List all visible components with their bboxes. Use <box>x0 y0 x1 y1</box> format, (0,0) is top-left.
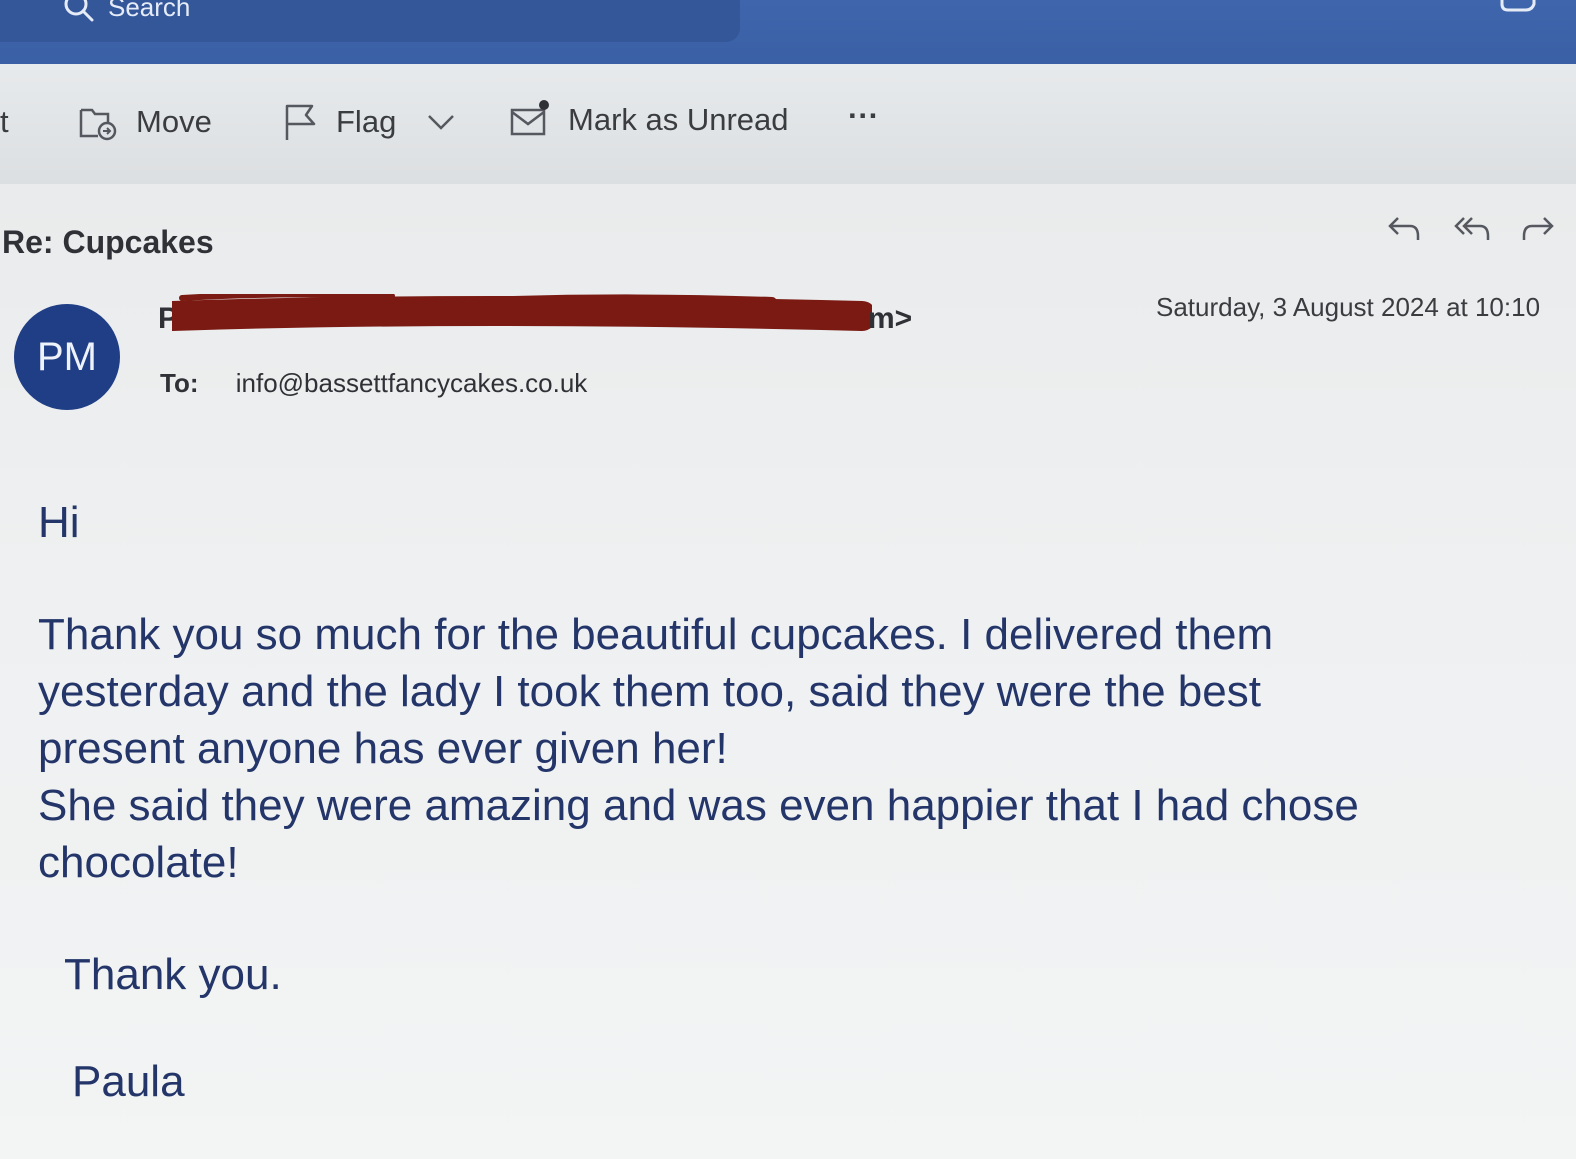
more-button[interactable]: ··· <box>848 98 879 134</box>
mark-unread-button[interactable]: Mark as Unread <box>510 100 789 140</box>
flag-button[interactable]: Flag <box>284 102 456 142</box>
body-line: yesterday and the lady I took them too, … <box>38 667 1261 716</box>
folder-move-icon <box>79 108 117 141</box>
reading-pane: Re: Cupcakes PM P m> Saturday, 3 August … <box>0 184 1576 1159</box>
redaction-mark <box>172 294 872 331</box>
avatar: PM <box>14 304 120 410</box>
message-subject: Re: Cupcakes <box>2 224 214 260</box>
chevron-down-icon[interactable] <box>426 112 456 132</box>
body-signoff: Thank you. <box>64 950 282 999</box>
body-line: chocolate! <box>38 838 239 887</box>
forward-icon[interactable] <box>1520 212 1556 244</box>
body-line: She said they were amazing and was even … <box>38 781 1359 830</box>
to-label: To: <box>160 368 199 398</box>
recipient-row: To: info@bassettfancycakes.co.uk <box>160 368 587 399</box>
chat-icon[interactable] <box>1496 0 1540 18</box>
move-label: Move <box>136 104 212 139</box>
reply-actions <box>1380 212 1560 252</box>
to-address[interactable]: info@bassettfancycakes.co.uk <box>236 368 588 398</box>
body-line: present anyone has ever given her! <box>38 724 728 773</box>
flag-label: Flag <box>336 104 397 139</box>
envelope-unread-icon <box>510 100 549 136</box>
top-bar: Search <box>0 0 1576 64</box>
toolbar-cut-label[interactable]: t <box>0 104 9 140</box>
search-label: Search <box>108 0 191 22</box>
body-greeting: Hi <box>38 498 80 547</box>
search-box[interactable]: Search <box>0 0 740 42</box>
more-icon: ··· <box>848 98 879 133</box>
reply-icon[interactable] <box>1386 212 1422 244</box>
mark-unread-label: Mark as Unread <box>568 102 789 137</box>
body-signature: Paula <box>72 1057 185 1106</box>
sender-end: m> <box>868 302 913 335</box>
sender: P m> <box>158 294 918 346</box>
reply-all-icon[interactable] <box>1452 212 1492 244</box>
message-body: Hi Thank you so much for the beautiful c… <box>38 494 1538 1110</box>
message-date: Saturday, 3 August 2024 at 10:10 <box>1156 292 1541 322</box>
move-button[interactable]: Move <box>78 102 212 142</box>
flag-icon <box>285 104 316 140</box>
message-toolbar: t Move Flag Mark as Unread ··· <box>0 64 1576 184</box>
search-icon <box>64 0 94 22</box>
body-line: Thank you so much for the beautiful cupc… <box>38 610 1274 659</box>
